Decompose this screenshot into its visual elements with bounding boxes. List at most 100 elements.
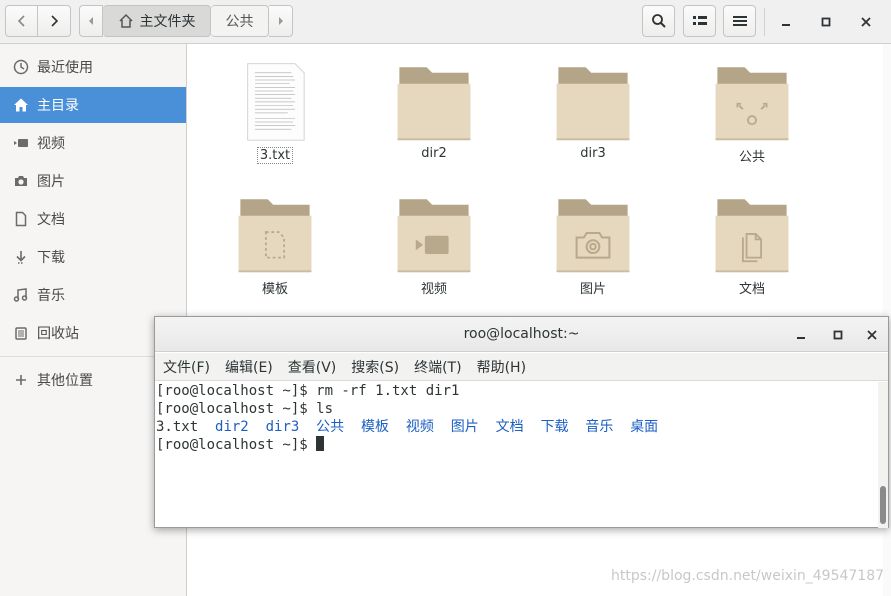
clock-icon (13, 59, 29, 75)
sidebar-item-music[interactable]: 音乐 (0, 277, 186, 313)
menu-edit[interactable]: 编辑(E) (225, 357, 281, 377)
home-icon (118, 13, 133, 28)
ls-dir-entry: 模板 (361, 419, 390, 435)
close-icon (867, 330, 877, 340)
path-segment-home[interactable]: 主文件夹 (103, 5, 211, 37)
home-icon (13, 97, 29, 113)
file-name: 公共 (738, 150, 765, 165)
trash-icon (13, 325, 29, 341)
file-item-documents[interactable]: 文档 (692, 192, 812, 312)
folder-icon (556, 67, 630, 141)
menu-help[interactable]: 帮助(H) (477, 357, 534, 377)
back-button[interactable] (5, 5, 38, 37)
menu-search[interactable]: 搜索(S) (351, 357, 407, 377)
forward-button[interactable] (38, 5, 71, 37)
terminal-cursor (316, 436, 325, 451)
file-name: dir2 (421, 146, 447, 161)
folder-share-icon (715, 67, 789, 141)
ls-dir-entry: 下载 (540, 419, 569, 435)
terminal-scrollbar-thumb[interactable] (880, 486, 886, 524)
chevron-right-icon (51, 15, 59, 27)
folder-documents-icon (715, 199, 789, 273)
ls-dir-entry: 桌面 (630, 419, 659, 435)
ls-dir-entry: 图片 (450, 419, 479, 435)
file-item-videos[interactable]: 视频 (374, 192, 494, 312)
download-icon (13, 249, 29, 265)
file-name: 3.txt (256, 147, 294, 164)
path-segment-public[interactable]: 公共 (211, 5, 269, 37)
sidebar-item-recent[interactable]: 最近使用 (0, 49, 186, 85)
sidebar-item-documents[interactable]: 文档 (0, 201, 186, 237)
terminal-line: [roo@localhost ~]$ ls (156, 401, 334, 417)
close-icon (861, 17, 871, 27)
terminal-titlebar[interactable]: roo@localhost:~ (155, 317, 888, 352)
menu-view[interactable]: 查看(V) (288, 357, 345, 377)
file-item-pictures[interactable]: 图片 (533, 192, 653, 312)
sidebar-item-label: 音乐 (37, 288, 65, 304)
minimize-icon (797, 337, 805, 339)
ls-file-entry: 3.txt (156, 419, 199, 435)
menu-button[interactable] (723, 5, 756, 37)
ls-dir-entry: 音乐 (585, 419, 614, 435)
file-name: dir3 (580, 146, 606, 161)
sidebar-item-label: 其他位置 (37, 373, 93, 389)
terminal-close-button[interactable] (863, 326, 881, 344)
sidebar-item-downloads[interactable]: 下载 (0, 239, 186, 275)
folder-icon (397, 67, 471, 141)
folder-pictures-icon (556, 199, 630, 273)
sidebar-item-label: 回收站 (37, 326, 79, 342)
file-item-dir2[interactable]: dir2 (374, 60, 494, 180)
text-file-icon (247, 63, 305, 141)
terminal-line: [roo@localhost ~]$ rm -rf 1.txt dir1 (156, 383, 460, 399)
file-item-3txt[interactable]: 3.txt (215, 60, 335, 180)
terminal-window: roo@localhost:~ 文件(F) 编辑(E) 查看(V) 搜索(S) … (154, 316, 889, 528)
sidebar-item-label: 图片 (37, 174, 65, 190)
terminal-output[interactable]: [roo@localhost ~]$ rm -rf 1.txt dir1 [ro… (155, 382, 877, 528)
path-scroll-left-button[interactable] (79, 5, 103, 37)
path-scroll-right-button[interactable] (269, 5, 293, 37)
sidebar-item-videos[interactable]: 视频 (0, 125, 186, 161)
sidebar-item-label: 下载 (37, 250, 65, 266)
sidebar-item-label: 文档 (37, 212, 65, 228)
file-item-templates[interactable]: 模板 (215, 192, 335, 312)
music-icon (13, 287, 29, 303)
triangle-left-icon (89, 17, 93, 25)
maximize-button[interactable] (815, 12, 837, 32)
watermark: https://blog.csdn.net/weixin_49547187 (611, 568, 885, 584)
terminal-ls-output: 3.txt dir2 dir3 公共 模板 视频 图片 文档 下载 音乐 桌面 (156, 418, 877, 436)
path-segment-label: 主文件夹 (139, 14, 196, 30)
terminal-menubar: 文件(F) 编辑(E) 查看(V) 搜索(S) 终端(T) 帮助(H) (155, 353, 888, 381)
terminal-prompt: [roo@localhost ~]$ (156, 437, 317, 453)
ls-dir-entry: 文档 (495, 419, 524, 435)
sidebar-item-pictures[interactable]: 图片 (0, 163, 186, 199)
list-view-icon (692, 16, 707, 25)
triangle-right-icon (278, 17, 283, 25)
file-name: 图片 (579, 282, 606, 297)
ls-dir-entry: dir3 (265, 419, 300, 435)
plus-icon (13, 372, 29, 388)
file-item-public[interactable]: 公共 (692, 60, 812, 180)
maximize-icon (821, 17, 831, 27)
sidebar-item-label: 主目录 (37, 98, 79, 114)
view-toggle-button[interactable] (683, 5, 716, 37)
folder-template-icon (238, 199, 312, 273)
sidebar-item-label: 最近使用 (37, 60, 93, 76)
terminal-scrollbar[interactable] (878, 382, 888, 528)
file-item-dir3[interactable]: dir3 (533, 60, 653, 180)
file-name: 视频 (420, 282, 447, 297)
terminal-title: roo@localhost:~ (463, 326, 580, 342)
search-button[interactable] (642, 5, 675, 37)
ls-dir-entry: dir2 (215, 419, 249, 435)
maximize-icon (833, 330, 843, 340)
file-name: 模板 (261, 282, 288, 297)
ls-dir-entry: 视频 (405, 419, 434, 435)
minimize-button[interactable] (775, 12, 797, 32)
path-segment-label: 公共 (225, 14, 254, 30)
terminal-minimize-button[interactable] (792, 326, 810, 344)
menu-file[interactable]: 文件(F) (163, 357, 218, 377)
close-button[interactable] (855, 12, 877, 32)
terminal-maximize-button[interactable] (829, 326, 847, 344)
menu-terminal[interactable]: 终端(T) (414, 357, 469, 377)
hamburger-icon (732, 16, 747, 26)
sidebar-item-home[interactable]: 主目录 (0, 87, 186, 123)
